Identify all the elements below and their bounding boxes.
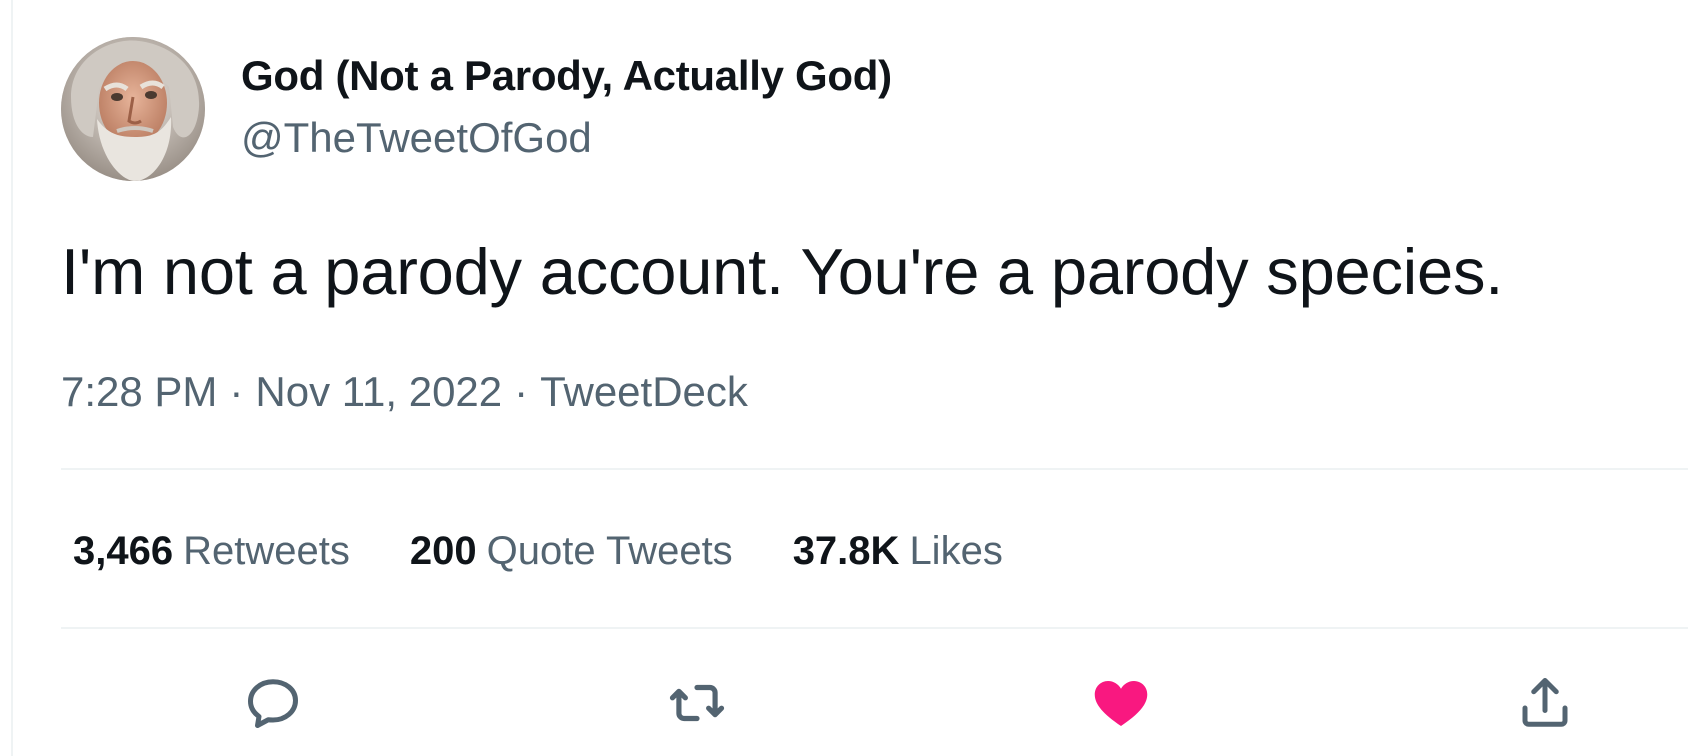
tweet-metadata: 7:28 PM · Nov 11, 2022 · TweetDeck (61, 366, 748, 418)
tweet-source[interactable]: TweetDeck (540, 368, 748, 415)
tweet-text: I'm not a parody account. You're a parod… (61, 235, 1504, 308)
reply-button[interactable] (238, 668, 308, 738)
likes-count: 37.8K (792, 529, 900, 573)
retweet-button[interactable] (662, 668, 732, 738)
tweet-time[interactable]: 7:28 PM (61, 368, 217, 415)
meta-separator: · (229, 368, 244, 415)
retweet-icon (669, 684, 725, 722)
tweet-actions (0, 668, 1688, 738)
quote-tweets-stat[interactable]: 200 Quote Tweets (410, 526, 733, 576)
share-icon (1522, 678, 1568, 727)
quote-tweets-count: 200 (409, 529, 477, 573)
share-button[interactable] (1510, 668, 1580, 738)
tweet-card: God (Not a Parody, Actually God) @TheTwe… (0, 0, 1688, 756)
engagement-stats: 3,466 Retweets 200 Quote Tweets 37.8K Likes (73, 526, 1003, 576)
divider (61, 627, 1688, 629)
quote-tweets-label: Quote Tweets (486, 529, 733, 573)
bearded-man-avatar-icon (61, 37, 205, 181)
retweets-label: Retweets (183, 529, 350, 573)
author-handle[interactable]: @TheTweetOfGod (241, 112, 592, 164)
author-name[interactable]: God (Not a Parody, Actually God) (241, 50, 892, 102)
reply-icon (248, 679, 298, 728)
like-button[interactable] (1086, 668, 1156, 738)
avatar[interactable] (61, 37, 205, 181)
meta-separator: · (514, 368, 529, 415)
heart-icon (1094, 681, 1148, 726)
likes-label: Likes (909, 529, 1003, 573)
retweets-stat[interactable]: 3,466 Retweets (73, 526, 350, 576)
divider (61, 468, 1688, 470)
retweets-count: 3,466 (73, 529, 174, 573)
likes-stat[interactable]: 37.8K Likes (793, 526, 1003, 576)
tweet-date[interactable]: Nov 11, 2022 (255, 368, 502, 415)
